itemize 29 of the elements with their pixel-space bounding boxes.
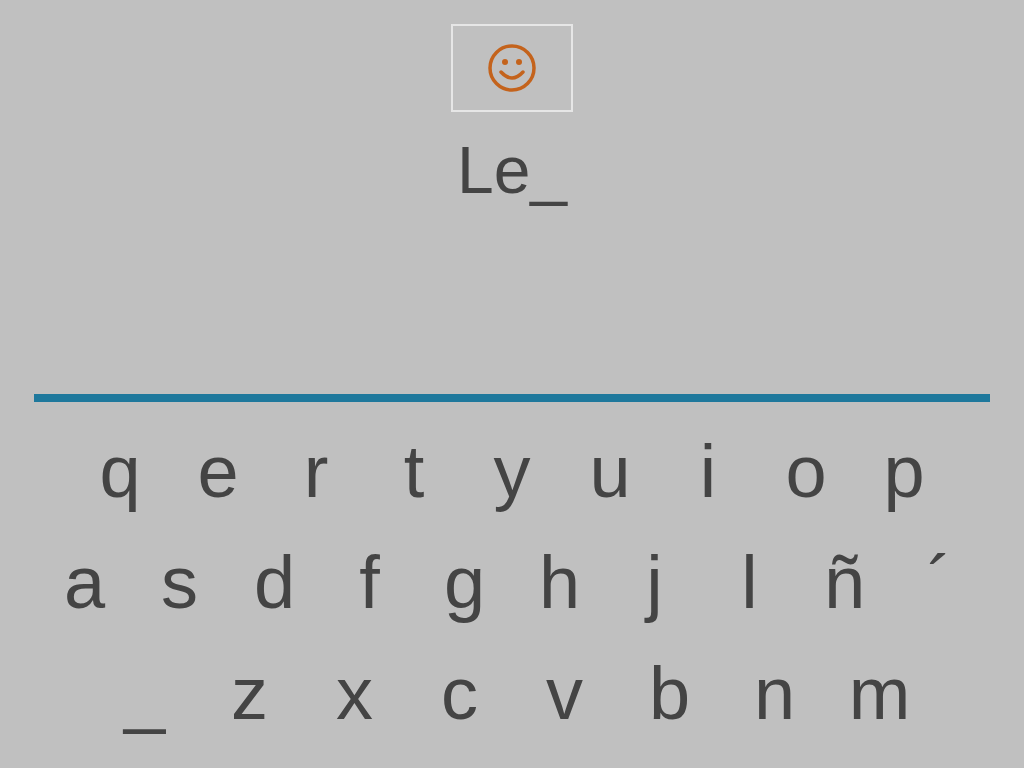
- letter-key[interactable]: d: [227, 537, 322, 628]
- letter-key[interactable]: v: [512, 648, 617, 739]
- letter-key[interactable]: ´: [892, 537, 987, 628]
- smiley-icon: [486, 42, 538, 94]
- letter-key[interactable]: c: [407, 648, 512, 739]
- letter-key[interactable]: u: [561, 426, 659, 517]
- letter-key[interactable]: g: [417, 537, 512, 628]
- letter-key[interactable]: i: [659, 426, 757, 517]
- letter-key[interactable]: h: [512, 537, 607, 628]
- letter-key[interactable]: z: [197, 648, 302, 739]
- letter-key[interactable]: b: [617, 648, 722, 739]
- letter-key[interactable]: s: [132, 537, 227, 628]
- letter-key[interactable]: f: [322, 537, 417, 628]
- letter-key[interactable]: a: [37, 537, 132, 628]
- letter-key[interactable]: m: [827, 648, 932, 739]
- letter-key[interactable]: l: [702, 537, 797, 628]
- letter-key[interactable]: e: [169, 426, 267, 517]
- letter-key[interactable]: x: [302, 648, 407, 739]
- letter-key[interactable]: n: [722, 648, 827, 739]
- letter-key[interactable]: p: [855, 426, 953, 517]
- letter-key[interactable]: _: [92, 648, 197, 739]
- letter-key[interactable]: y: [463, 426, 561, 517]
- letter-key[interactable]: o: [757, 426, 855, 517]
- letter-key[interactable]: ñ: [797, 537, 892, 628]
- letter-key[interactable]: q: [71, 426, 169, 517]
- typed-word: Le_: [456, 132, 568, 209]
- letter-key[interactable]: j: [607, 537, 702, 628]
- letter-key[interactable]: r: [267, 426, 365, 517]
- letter-key[interactable]: t: [365, 426, 463, 517]
